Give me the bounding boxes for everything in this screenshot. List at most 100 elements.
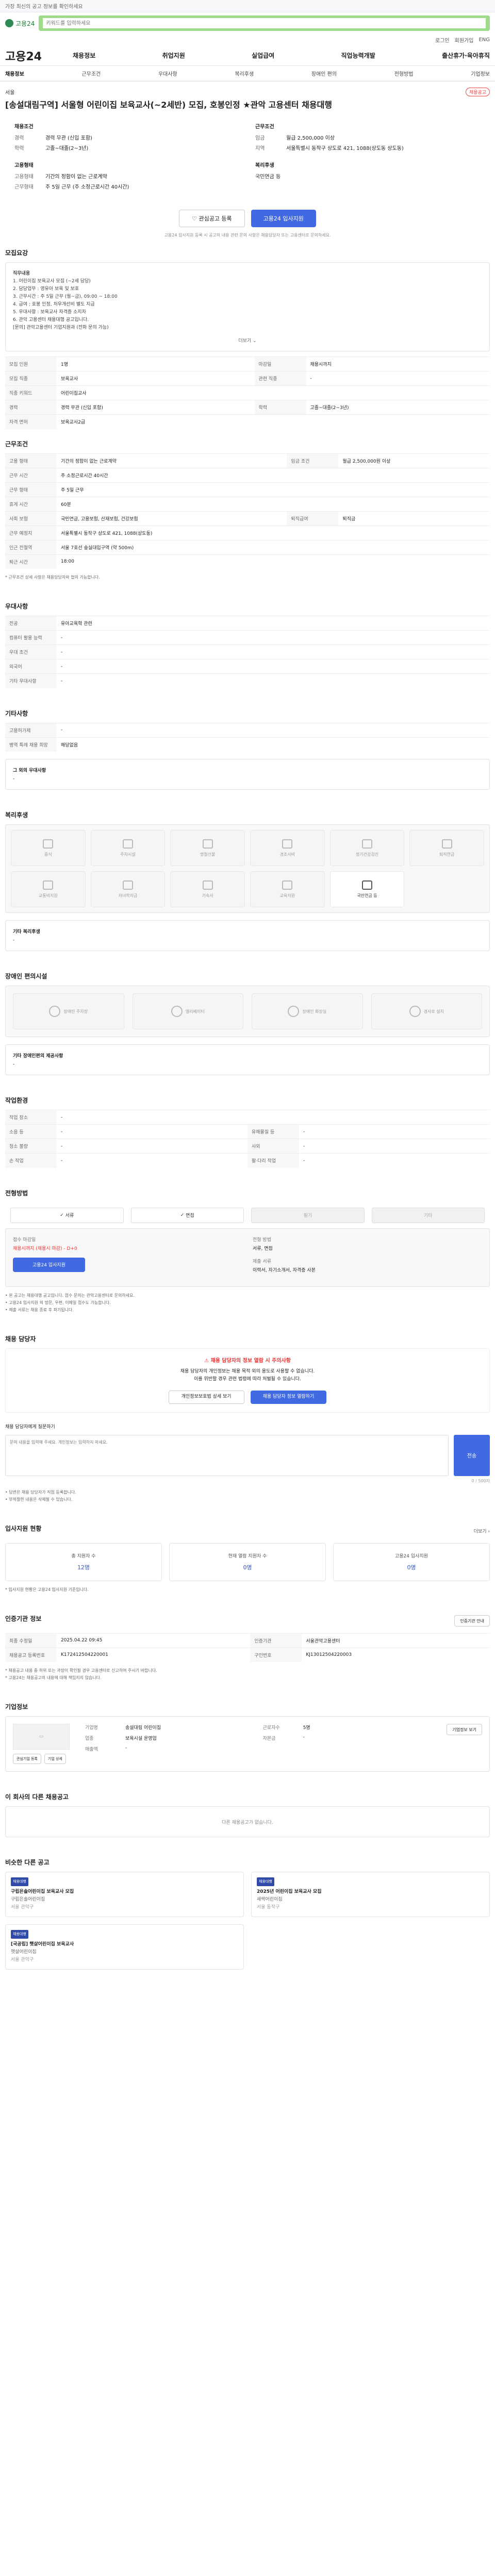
table-key: 관련 직종 [254,371,306,386]
welfare-label: 주차시설 [120,852,136,857]
company-value: 보육시설 운영업 [125,1736,157,1741]
gnb-item-jobs[interactable]: 채용정보 [73,51,95,60]
table-row: 모집 직종 보육교사 관련 직종 - [5,371,490,386]
welfare-grid: 중식 주차시설 명절선물 경조사비 정기건강검진 퇴직연금 교통비지원 자녀학자… [6,825,489,912]
site-brand[interactable]: 고용24 [5,47,42,64]
section-title: 근무조건 [5,440,28,448]
prefer-table: 전공 유아교육학 관련 컴퓨터 활용 능력 - 우대 조건 - 외국어 - 기타 우대사… [5,616,490,688]
search-box [39,15,490,31]
section-title: 장애인 편의시설 [5,973,47,980]
heart-icon: ♡ [192,215,199,222]
disability-item: 경사로 설치 [371,993,482,1029]
tab-welfare[interactable]: 복리후생 [235,70,254,77]
search-row: 고용24 [0,12,495,34]
apply-value: 이력서, 자기소개서, 자격증 사본 [253,1267,316,1273]
welfare-item: 자녀학자금 [90,871,166,907]
header-logo[interactable]: 고용24 [5,19,35,28]
gnb-item-support[interactable]: 취업지원 [162,51,185,60]
company-detail-button[interactable]: 기업 상세 [44,1754,66,1764]
table-key: 직종 키워드 [5,385,57,400]
follow-company-button[interactable]: 관심기업 등록 [13,1754,41,1764]
table-key: 퇴근 시간 [5,554,57,569]
tab-prefer[interactable]: 우대사항 [158,70,177,77]
tab-disability[interactable]: 장애인 편의 [311,70,337,77]
table-row: 손 작업 - 팔·다리 작업 - [5,1153,490,1168]
section-title: 우대사항 [5,603,28,610]
login-link[interactable]: 로그인 [435,36,450,44]
tab-conditions[interactable]: 근무조건 [81,70,101,77]
etc-more-box: 그 외의 우대사항 - [5,759,490,790]
search-input[interactable] [43,18,486,28]
check-icon: ✓ [180,1212,186,1218]
table-row: 휴게 시간 60분 [5,496,490,511]
stat-value: 12명 [77,1564,90,1571]
gift-icon [202,839,213,849]
disability-grid: 장애인 주차장 엘리베이터 장애인 화장실 경사로 설치 [6,986,489,1037]
gnb-item-leave[interactable]: 출산휴가·육아휴직 [442,51,490,60]
view-contact-button[interactable]: 채용 담당자 정보 열람하기 [250,1390,327,1404]
table-key: 기타 우대사항 [5,673,57,688]
table-value: - [299,1139,490,1154]
summary-value: 고졸~대졸(2~3년) [45,146,89,151]
welfare-label: 경조사비 [279,852,295,857]
meta-table: 최종 수정일 2025.04.22 09:45 인증기관 서울관악고용센터 채용공고 … [5,1633,490,1662]
warning-icon: ⚠ [204,1358,211,1364]
company-name: 송설대림 어린이집 [125,1725,161,1731]
bus-icon [43,880,54,890]
chevron-down-icon: ⌄ [253,338,257,344]
table-row: 인근 전철역 서울 7호선 숭실대입구역 (약 500m) [5,539,490,554]
summary-heading: 근무조건 [255,124,274,130]
gnb-item-benefit[interactable]: 실업급여 [252,51,274,60]
gnb-item-training[interactable]: 직업능력개발 [341,51,375,60]
table-key: 임금 조건 [287,453,339,468]
bookmark-button[interactable]: ♡ 관심공고 등록 [179,210,245,227]
ramp-icon [409,1006,421,1017]
table-row: 기타 우대사항 - [5,673,490,688]
inquiry-textarea[interactable] [5,1434,449,1476]
summary-grid: 채용조건 경력 경력 무관 (신입 포함) 학력 고졸~대졸(2~3년) 고용형태 … [0,111,495,194]
table-row: 전공 유아교육학 관련 [5,616,490,631]
language-link[interactable]: ENG [478,37,490,43]
apply-button-secondary[interactable]: 고용24 입사지원 [13,1257,85,1272]
card-company: 구립은솔어린이집 [11,1897,45,1902]
company-sub-actions: 관심기업 등록 기업 상세 [13,1754,75,1764]
card-title: [국공립] 햇살어린이집 보육교사 [11,1942,74,1947]
status-badge: 채용공고 [465,88,490,96]
box-title: 기타 복리후생 [13,929,40,935]
other-jobs-section: 이 회사의 다른 채용공고 다른 채용공고가 없습니다. [0,1792,495,1837]
inquiry-send-button[interactable]: 전송 [454,1434,490,1476]
similar-card[interactable]: 채용대행 2025년 어린이집 보육교사 모집 새싹어린이집 서울 동작구 [251,1872,490,1917]
job-desc-section: 모집요강 직무내용 1. 어린이집 보육교사 모집 (~2세 담당) 2. 담당… [0,248,495,429]
privacy-law-button[interactable]: 개인정보보호법 상세 보기 [168,1390,244,1404]
stats-more-link[interactable]: 더보기 › [474,1528,490,1534]
apply-grid: 접수 마감일 채용시까지 (채용시 마감) - D+0 고용24 입사지원 전형… [13,1236,482,1279]
similar-card[interactable]: 채용대행 구립은솔어린이집 보육교사 모집 구립은솔어린이집 서울 관악구 [5,1872,244,1917]
contact-actions: 개인정보보호법 상세 보기 채용 담당자 정보 열람하기 [14,1390,481,1404]
welfare-label: 중식 [44,852,52,857]
welfare-label: 퇴직연금 [439,852,455,857]
hero-actions: ♡ 관심공고 등록 고용24 입사지원 [0,210,495,227]
table-row: 작업 장소 - [5,1110,490,1125]
agency-info-button[interactable]: 인증기관 안내 [454,1615,490,1626]
table-row: 소음 등 - 유해물질 등- [5,1124,490,1139]
table-value: - [57,673,490,688]
box-value: - [13,776,15,782]
table-value: 서울특별시 동작구 상도로 421, 1088(상도동) [57,525,490,540]
welfare-other-box: 기타 복리후생 - [5,920,490,951]
summary-key: 경력 [14,135,24,141]
signup-link[interactable]: 회원가입 [455,36,474,44]
more-button[interactable]: 더보기 ⌄ [13,337,482,344]
apply-button[interactable]: 고용24 입사지원 [251,210,316,227]
table-value: 2025.04.22 09:45 [57,1633,251,1648]
table-key: 최종 수정일 [5,1633,57,1648]
table-row: 우대 조건 - [5,645,490,659]
summary-row: 고용형태 기간의 정함이 없는 근로계약 [14,174,240,181]
work-env-section: 작업환경 작업 장소 - 소음 등 - 유해물질 등- 청소 불량 - 사외 - 손 작업 -… [0,1096,495,1168]
company-info-button[interactable]: 기업정보 보기 [447,1724,482,1735]
alert-line: 이를 위반할 경우 관련 법령에 따라 처벌될 수 있습니다. [194,1376,301,1382]
tab-company[interactable]: 기업정보 [471,70,490,77]
option-label: 서류 [65,1213,74,1218]
similar-card[interactable]: 채용대행 [국공립] 햇살어린이집 보육교사 햇살어린이집 서울 관악구 [5,1924,244,1970]
tab-selection[interactable]: 전형방법 [394,70,414,77]
tab-recruit[interactable]: 채용정보 [5,70,24,77]
